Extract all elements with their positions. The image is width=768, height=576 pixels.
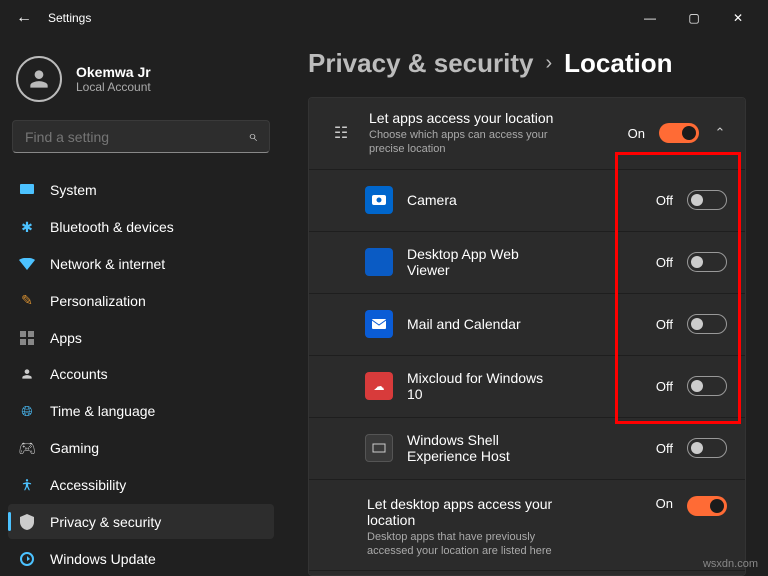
sidebar-item-network[interactable]: Network & internet [8, 247, 274, 282]
chevron-right-icon: › [545, 52, 552, 75]
sidebar-item-time-language[interactable]: 🌐︎ Time & language [8, 394, 274, 429]
search-box[interactable] [12, 120, 270, 153]
mail-calendar-toggle[interactable] [687, 314, 727, 334]
app-name: Desktop App Web Viewer [407, 246, 547, 278]
close-button[interactable]: ✕ [728, 11, 748, 25]
mixcloud-toggle[interactable] [687, 376, 727, 396]
accessibility-icon [18, 476, 36, 494]
row-desc: Choose which apps can access your precis… [369, 128, 569, 157]
mixcloud-app-icon: ☁ [365, 372, 393, 400]
app-name: Windows Shell Experience Host [407, 432, 537, 464]
toggle-state-label: Off [656, 441, 673, 456]
sidebar-item-gaming[interactable]: 🎮︎ Gaming [8, 431, 274, 466]
camera-app-icon [365, 186, 393, 214]
breadcrumb: Privacy & security › Location [308, 48, 746, 79]
page-title: Location [564, 48, 672, 79]
search-icon [248, 128, 257, 146]
sidebar-item-personalization[interactable]: ✎ Personalization [8, 283, 274, 318]
sidebar-item-label: Privacy & security [50, 514, 161, 530]
toggle-state-label: On [628, 126, 645, 141]
toggle-state-label: Off [656, 193, 673, 208]
search-input[interactable] [25, 129, 248, 145]
shell-experience-toggle[interactable] [687, 438, 727, 458]
sidebar-item-label: Accounts [50, 366, 108, 382]
user-account-type: Local Account [76, 80, 151, 94]
sidebar-item-bluetooth[interactable]: ✱ Bluetooth & devices [8, 210, 274, 245]
desktop-apps-location-toggle[interactable] [687, 496, 727, 516]
brush-icon: ✎ [18, 292, 36, 310]
app-row-mixcloud: ☁ Mixcloud for Windows 10 Off [309, 356, 745, 418]
desktop-apps-location-row[interactable]: Let desktop apps access your location De… [309, 480, 745, 572]
user-name: Okemwa Jr [76, 64, 151, 80]
row-title: Let desktop apps access your location [367, 496, 587, 528]
desktop-web-viewer-toggle[interactable] [687, 252, 727, 272]
breadcrumb-parent[interactable]: Privacy & security [308, 48, 533, 79]
update-icon [18, 550, 36, 568]
list-icon: ☷ [327, 119, 355, 147]
wifi-icon [18, 255, 36, 273]
app-row-camera: Camera Off [309, 170, 745, 232]
apps-location-access-row[interactable]: ☷ Let apps access your location Choose w… [309, 98, 745, 170]
sidebar-item-label: Accessibility [50, 477, 126, 493]
sidebar-item-label: Bluetooth & devices [50, 219, 174, 235]
toggle-state-label: On [656, 496, 673, 511]
toggle-state-label: Off [656, 317, 673, 332]
app-row-mail-calendar: Mail and Calendar Off [309, 294, 745, 356]
globe-icon: 🌐︎ [18, 402, 36, 420]
camera-toggle[interactable] [687, 190, 727, 210]
minimize-button[interactable]: ― [640, 11, 660, 25]
settings-panel: ☷ Let apps access your location Choose w… [308, 97, 746, 576]
row-title: Let apps access your location [369, 110, 614, 126]
back-button[interactable]: ← [8, 2, 40, 34]
app-row-shell-experience: Windows Shell Experience Host Off [309, 418, 745, 480]
shield-icon [18, 513, 36, 531]
sidebar-item-accessibility[interactable]: Accessibility [8, 468, 274, 503]
app-name: Camera [407, 192, 642, 208]
toggle-state-label: Off [656, 379, 673, 394]
sidebar-item-label: Apps [50, 330, 82, 346]
chevron-up-icon[interactable]: ⌃ [713, 125, 727, 141]
toggle-state-label: Off [656, 255, 673, 270]
desktop-app-com-surrogate: COM Surrogate Last accessed 19/10/2021 |… [309, 571, 745, 576]
shell-app-icon [365, 434, 393, 462]
mail-app-icon [365, 310, 393, 338]
app-name: Mixcloud for Windows 10 [407, 370, 557, 402]
maximize-button[interactable]: ▢ [684, 11, 704, 25]
sidebar-item-label: Time & language [50, 403, 155, 419]
gamepad-icon: 🎮︎ [18, 439, 36, 457]
sidebar-item-privacy-security[interactable]: Privacy & security [8, 504, 274, 539]
sidebar: Okemwa Jr Local Account System ✱ Bluetoo… [0, 36, 282, 576]
sidebar-item-windows-update[interactable]: Windows Update [8, 541, 274, 576]
avatar-icon [16, 56, 62, 102]
window-title: Settings [48, 11, 91, 25]
sidebar-item-label: Network & internet [50, 256, 165, 272]
row-desc: Desktop apps that have previously access… [367, 530, 567, 559]
desktop-app-icon [365, 248, 393, 276]
watermark: wsxdn.com [703, 558, 758, 570]
sidebar-item-apps[interactable]: Apps [8, 320, 274, 355]
bluetooth-icon: ✱ [18, 218, 36, 236]
app-row-desktop-web-viewer: Desktop App Web Viewer Off [309, 232, 745, 294]
app-name: Mail and Calendar [407, 316, 642, 332]
apps-icon [18, 329, 36, 347]
sidebar-item-label: Gaming [50, 440, 99, 456]
sidebar-item-label: Personalization [50, 293, 146, 309]
user-profile[interactable]: Okemwa Jr Local Account [8, 44, 274, 120]
apps-location-toggle[interactable] [659, 123, 699, 143]
sidebar-item-accounts[interactable]: Accounts [8, 357, 274, 392]
display-icon [18, 181, 36, 199]
sidebar-item-label: Windows Update [50, 551, 156, 567]
person-icon [18, 365, 36, 383]
sidebar-item-label: System [50, 182, 97, 198]
sidebar-item-system[interactable]: System [8, 173, 274, 208]
